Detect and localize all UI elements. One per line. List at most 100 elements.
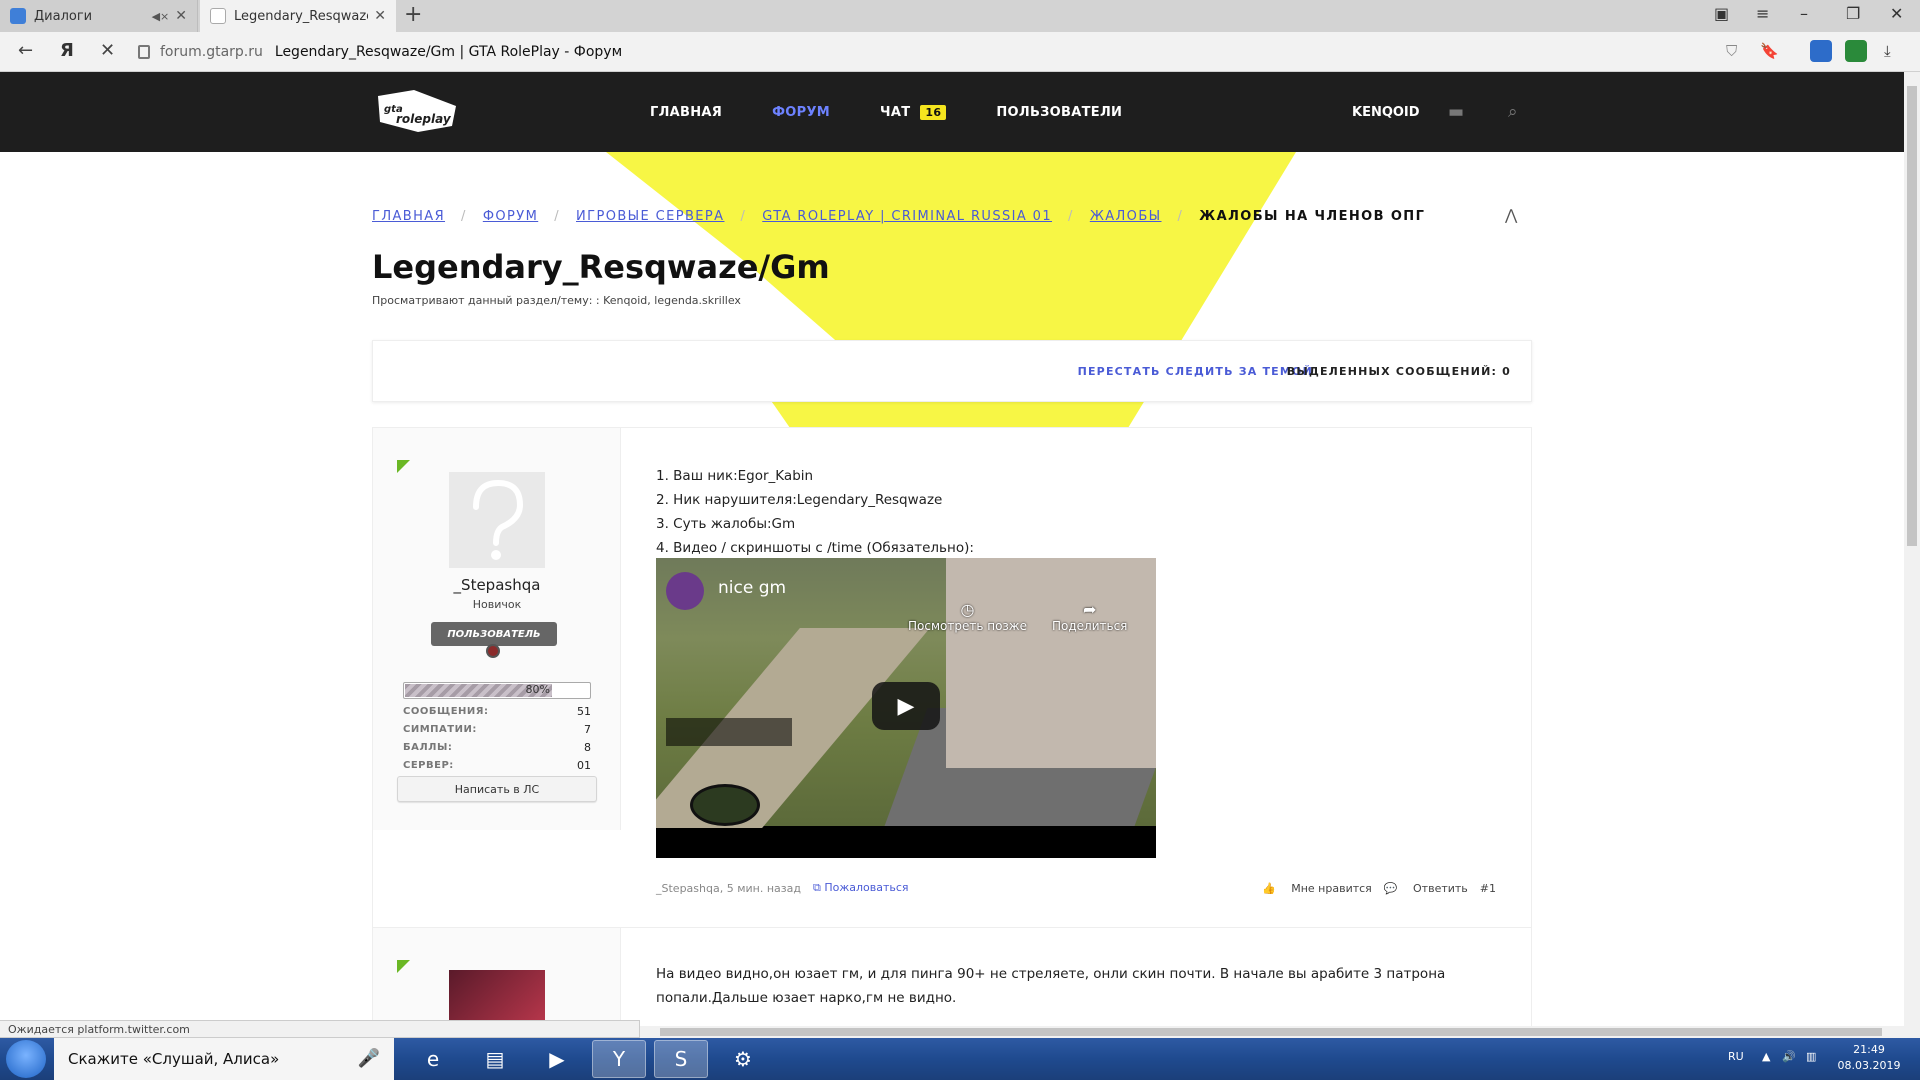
post-meta[interactable]: _Stepashqa, 5 мин. назад	[656, 882, 801, 895]
nav-chat[interactable]: ЧАТ 16	[880, 104, 947, 120]
tab-dialogs[interactable]: Диалоги ◀× ✕	[0, 0, 198, 32]
share-icon[interactable]: ⋀	[1505, 206, 1517, 224]
video-share-button[interactable]: ➦ Поделиться	[1052, 600, 1127, 633]
address-bar: ← Я ✕ forum.gtarp.ru Legendary_Resqwaze/…	[0, 32, 1920, 72]
windows-taskbar: Скажите «Слушай, Алиса» 🎤 e ▤ ▶ Y S ⚙ RU…	[0, 1038, 1920, 1080]
downloads-icon[interactable]: ⤓	[1884, 42, 1891, 60]
close-tab-icon[interactable]: ✕	[175, 8, 187, 24]
avatar[interactable]	[449, 970, 545, 1027]
ie-taskbar-icon[interactable]: e	[406, 1040, 460, 1078]
channel-avatar-icon[interactable]	[666, 572, 704, 610]
close-window-icon[interactable]: ✕	[1890, 4, 1903, 23]
breadcrumb-server[interactable]: GTA ROLEPLAY | CRIMINAL RUSSIA 01	[762, 209, 1052, 224]
stat-value: 51	[577, 704, 591, 718]
tray-expand-icon[interactable]: ▲	[1762, 1050, 1770, 1063]
clock-time: 21:49	[1853, 1043, 1885, 1056]
progress-label: 80%	[525, 683, 550, 696]
video-title[interactable]: nice gm	[718, 578, 786, 598]
browser-tab-strip: Диалоги ◀× ✕ Legendary_Resqwaze/Gm ✕ + ▣…	[0, 0, 1920, 32]
post-number[interactable]: #1	[1480, 882, 1496, 895]
start-button[interactable]	[6, 1040, 46, 1078]
breadcrumb: ГЛАВНАЯ / ФОРУМ / ИГРОВЫЕ СЕРВЕРА / GTA …	[372, 209, 1425, 224]
question-mark-avatar-icon	[473, 479, 524, 560]
post-line: 2. Ник нарушителя:Legendary_Resqwaze	[656, 492, 943, 508]
search-icon[interactable]: ⌕	[1508, 102, 1518, 122]
stat-row: БАЛЛЫ: 8	[403, 738, 591, 756]
post-author-sidebar: _Stepashqa Новичок ПОЛЬЗОВАТЕЛЬ 80% СООБ…	[373, 428, 621, 830]
nav-forum[interactable]: ФОРУМ	[772, 105, 830, 120]
url-field[interactable]: forum.gtarp.ru Legendary_Resqwaze/Gm | G…	[138, 38, 1758, 66]
skype-taskbar-icon[interactable]: S	[654, 1040, 708, 1078]
play-icon: ▶	[897, 693, 915, 719]
avatar[interactable]	[449, 472, 545, 568]
close-tab-icon[interactable]: ✕	[374, 8, 386, 24]
minimize-icon[interactable]: –	[1800, 4, 1808, 23]
url-host: forum.gtarp.ru	[160, 44, 263, 60]
loading-icon	[210, 8, 226, 24]
steam-taskbar-icon[interactable]: ⚙	[716, 1040, 770, 1078]
breadcrumb-home[interactable]: ГЛАВНАЯ	[372, 209, 445, 224]
video-hud	[666, 718, 792, 746]
taskbar-clock[interactable]: 21:49 08.03.2019	[1834, 1042, 1904, 1074]
clock-date: 08.03.2019	[1837, 1059, 1901, 1072]
breadcrumb-separator: /	[1177, 209, 1184, 224]
stat-key: СИМПАТИИ:	[403, 723, 477, 735]
scrollbar-thumb[interactable]	[1907, 86, 1917, 546]
role-badge-label: ПОЛЬЗОВАТЕЛЬ	[431, 622, 557, 646]
horizontal-scrollbar[interactable]	[640, 1026, 1904, 1038]
tab-title: Диалоги	[34, 8, 93, 24]
stop-icon[interactable]: ✕	[100, 40, 115, 61]
youtube-embed[interactable]: nice gm ◷ Посмотреть позже ➦ Поделиться ▶	[656, 558, 1156, 858]
like-button[interactable]: 👍 Мне нравится	[1262, 882, 1372, 895]
adblock-icon[interactable]	[1845, 40, 1867, 62]
send-pm-button[interactable]: Написать в ЛС	[397, 776, 597, 802]
nav-users[interactable]: ПОЛЬЗОВАТЕЛИ	[996, 105, 1122, 120]
current-username: KENQOID	[1352, 104, 1420, 120]
gta-roleplay-logo[interactable]: gta roleplay	[374, 88, 460, 134]
breadcrumb-separator: /	[740, 209, 747, 224]
volume-icon[interactable]: 🔊	[1782, 1050, 1796, 1063]
nav-home[interactable]: ГЛАВНАЯ	[650, 105, 722, 120]
menu-icon[interactable]: ≡	[1756, 4, 1769, 23]
reply-button[interactable]: 💬 Ответить	[1384, 882, 1468, 895]
stat-value: 8	[584, 740, 591, 754]
play-button[interactable]: ▶	[872, 682, 940, 730]
new-post-corner-icon	[397, 460, 410, 473]
breadcrumb-forum[interactable]: ФОРУМ	[483, 209, 538, 224]
video-share-label: Поделиться	[1052, 619, 1128, 633]
language-indicator[interactable]: RU	[1728, 1050, 1744, 1063]
user-menu[interactable]: KENQOID	[1352, 72, 1420, 152]
bookmark-icon[interactable]: 🔖	[1760, 42, 1779, 60]
post-footer: _Stepashqa, 5 мин. назад ⧉ Пожаловаться …	[656, 881, 1496, 895]
yandex-icon[interactable]: Я	[60, 40, 74, 61]
video-radar	[690, 784, 760, 826]
network-icon[interactable]: ▥	[1806, 1050, 1816, 1063]
breadcrumb-complaints[interactable]: ЖАЛОБЫ	[1090, 209, 1162, 224]
yandex-browser-taskbar-icon[interactable]: Y	[592, 1040, 646, 1078]
tab-thread[interactable]: Legendary_Resqwaze/Gm ✕	[200, 0, 396, 32]
back-icon[interactable]: ←	[18, 40, 33, 61]
breadcrumb-game-servers[interactable]: ИГРОВЫЕ СЕРВЕРА	[576, 209, 724, 224]
breadcrumb-current: ЖАЛОБЫ НА ЧЛЕНОВ ОПГ	[1199, 209, 1426, 224]
explorer-taskbar-icon[interactable]: ▤	[468, 1040, 522, 1078]
vertical-scrollbar[interactable]	[1904, 72, 1920, 1038]
unfollow-thread-link[interactable]: ПЕРЕСТАТЬ СЛЕДИТЬ ЗА ТЕМОЙ	[1078, 365, 1313, 378]
microphone-icon[interactable]: 🎤	[358, 1048, 380, 1069]
restore-icon[interactable]: ❐	[1846, 4, 1860, 23]
scrollbar-thumb[interactable]	[660, 1028, 1882, 1036]
watch-later-button[interactable]: ◷ Посмотреть позже	[908, 600, 1027, 633]
nav-home-label: ГЛАВНАЯ	[650, 104, 723, 120]
post-line: 3. Суть жалобы:Gm	[656, 516, 796, 532]
post-actions: 👍 Мне нравится 💬 Ответить #1	[1250, 882, 1496, 895]
bookmarks-icon[interactable]: ▣	[1714, 4, 1729, 23]
speaker-muted-icon[interactable]: ◀×	[152, 10, 170, 23]
report-link[interactable]: ⧉ Пожаловаться	[813, 881, 909, 895]
alice-search-box[interactable]: Скажите «Слушай, Алиса» 🎤	[54, 1038, 394, 1080]
media-player-taskbar-icon[interactable]: ▶	[530, 1040, 584, 1078]
protect-icon[interactable]: ⛉	[1726, 42, 1737, 60]
nav-users-label: ПОЛЬЗОВАТЕЛИ	[996, 104, 1123, 120]
new-tab-button[interactable]: +	[404, 2, 422, 27]
extension-icon[interactable]	[1810, 40, 1832, 62]
post-author-name[interactable]: _Stepashqa	[373, 576, 621, 594]
messages-icon[interactable]: ▬	[1448, 102, 1464, 122]
